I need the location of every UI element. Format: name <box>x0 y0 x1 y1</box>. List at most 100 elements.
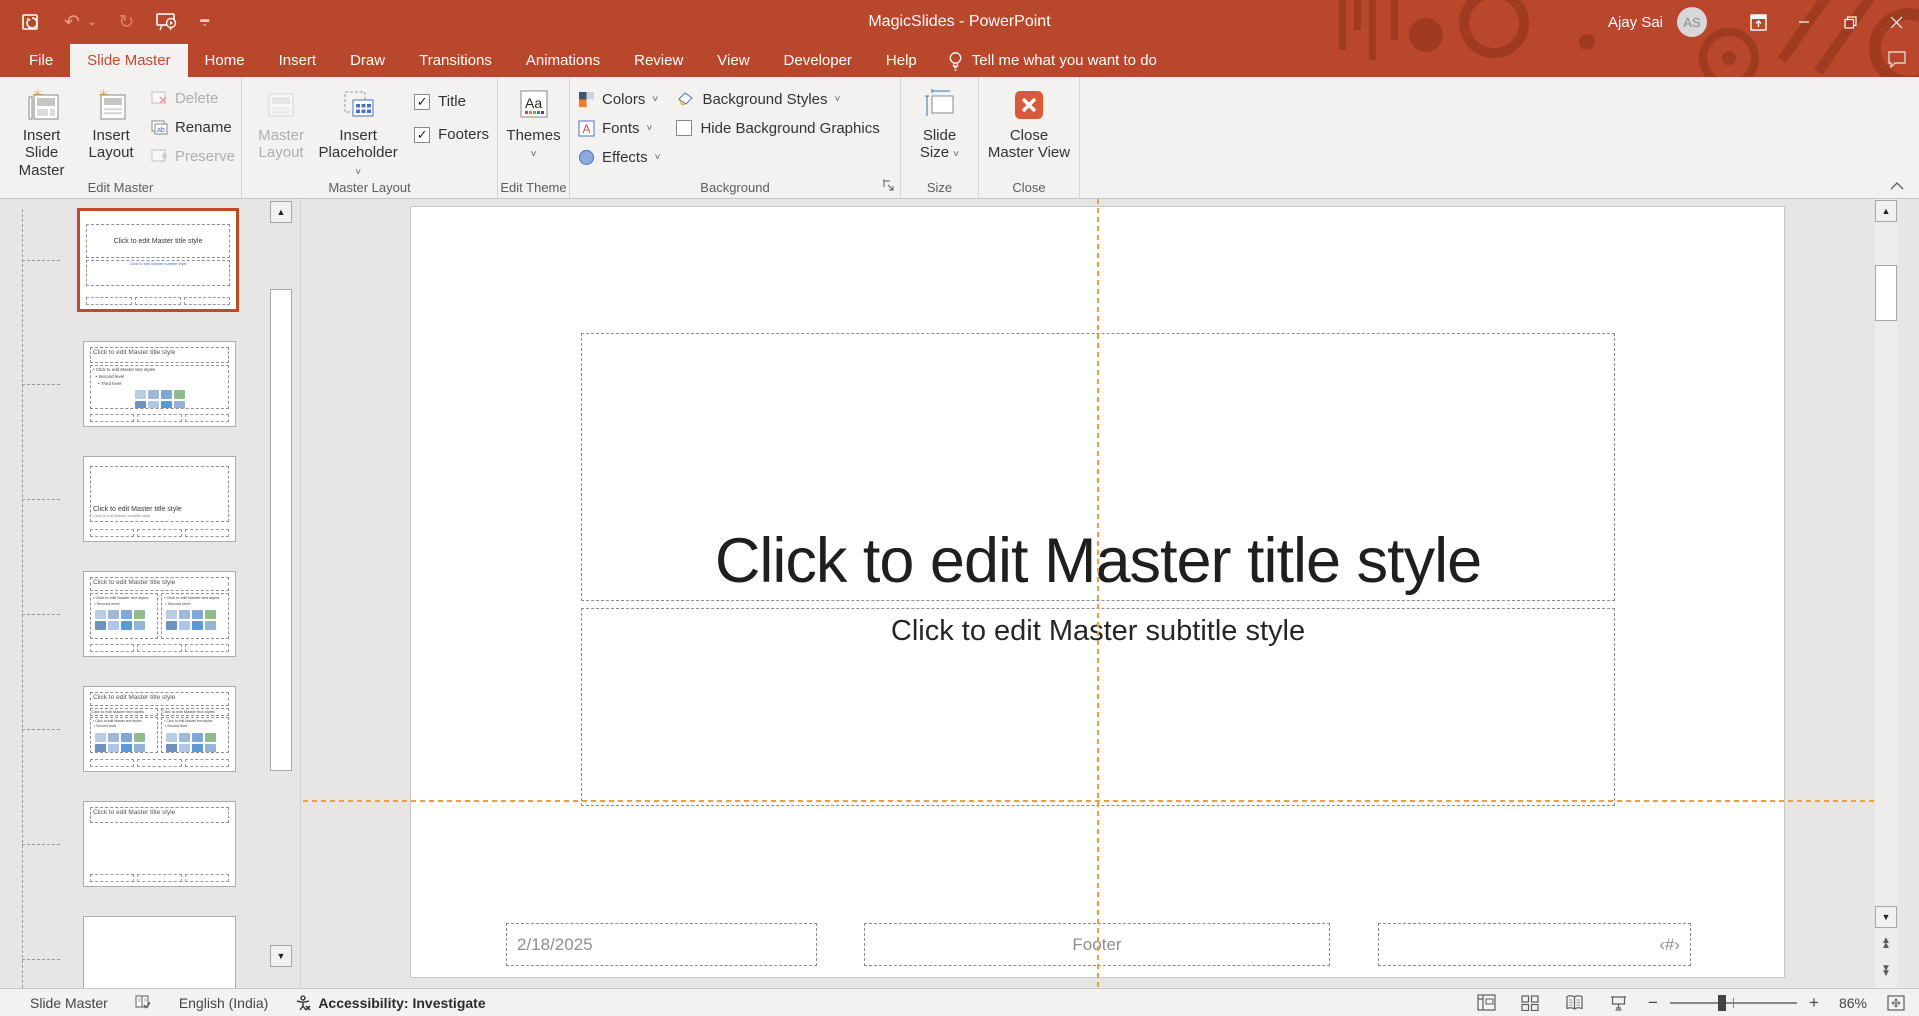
spell-check-icon[interactable] <box>134 994 153 1011</box>
thumb-footer-placeholders <box>90 414 229 422</box>
start-from-beginning-icon[interactable] <box>156 13 178 31</box>
zoom-out-icon[interactable]: − <box>1640 993 1666 1013</box>
master-layout-button[interactable]: Master Layout <box>250 83 312 165</box>
main-scrollbar[interactable]: ▲ ▼ ▲ ▲ ▼ ▼ <box>1875 199 1897 988</box>
scroll-up-icon[interactable]: ▲ <box>270 201 292 223</box>
slide-number-placeholder[interactable]: ‹#› <box>1378 923 1691 966</box>
tab-slide-master[interactable]: Slide Master <box>70 44 188 77</box>
layout-thumbnail-section[interactable]: Click to edit Master title style Click to… <box>83 456 236 542</box>
chevron-down-icon: ˅ <box>652 93 659 105</box>
scroll-down-icon[interactable]: ▼ <box>1875 906 1897 928</box>
slideshow-view-icon[interactable] <box>1596 990 1640 1016</box>
restore-button[interactable] <box>1827 0 1873 44</box>
work-area: Click to edit Master title style Click t… <box>0 199 1919 1002</box>
horizontal-guide[interactable] <box>303 800 1875 802</box>
thumb-footer-placeholders <box>90 644 229 652</box>
view-label[interactable]: Slide Master <box>30 995 108 1011</box>
insert-layout-button[interactable]: ✳ Insert Layout <box>77 83 145 165</box>
ribbon-tabs: File Slide Master Home Insert Draw Transition… <box>0 44 1171 77</box>
zoom-percentage[interactable]: 86% <box>1827 995 1879 1011</box>
collapse-ribbon-icon[interactable] <box>1885 178 1909 194</box>
zoom-in-icon[interactable]: + <box>1801 993 1827 1013</box>
ribbon: ✳ Insert Slide Master ✳ Insert Layout De… <box>0 77 1919 199</box>
chevron-down-icon: ˅ <box>953 149 960 161</box>
tab-transitions[interactable]: Transitions <box>402 44 509 77</box>
slide-sorter-view-icon[interactable] <box>1508 990 1552 1016</box>
comments-icon[interactable] <box>1887 50 1907 68</box>
undo-dropdown-icon[interactable]: ⌄ <box>88 17 96 28</box>
close-master-view-button[interactable]: Close Master View <box>981 83 1077 165</box>
themes-icon: Aa <box>518 86 550 124</box>
previous-slide-icon[interactable]: ▲ ▲ <box>1875 930 1897 956</box>
fonts-button[interactable]: A Fonts ˅ <box>578 117 660 139</box>
tab-view[interactable]: View <box>700 44 766 77</box>
hierarchy-connector <box>22 384 60 385</box>
delete-button[interactable]: Delete <box>151 87 235 110</box>
scrollbar-thumb[interactable] <box>270 289 292 771</box>
zoom-slider[interactable] <box>1670 994 1797 1011</box>
status-bar: Slide Master English (India) Accessibili… <box>0 988 1919 1016</box>
hide-background-graphics-checkbox[interactable]: Hide Background Graphics <box>676 117 880 139</box>
scrollbar-thumb[interactable] <box>1875 265 1897 321</box>
reading-view-icon[interactable] <box>1552 990 1596 1016</box>
redo-icon[interactable]: ↻ <box>118 13 134 32</box>
scroll-down-icon[interactable]: ▼ <box>270 945 292 967</box>
close-button[interactable] <box>1873 0 1919 44</box>
tab-file[interactable]: File <box>12 44 70 77</box>
slide-master-thumbnail[interactable]: Click to edit Master title style Click t… <box>77 208 239 312</box>
layout-thumbnail-two-content[interactable]: Click to edit Master title style • Click… <box>83 571 236 657</box>
themes-button[interactable]: Aa Themes ˅ <box>500 83 566 165</box>
insert-layout-icon: ✳ <box>94 86 128 124</box>
layout-thumbnail-title-only[interactable]: Click to edit Master title style <box>83 801 236 887</box>
normal-view-icon[interactable] <box>1464 990 1508 1016</box>
footers-checkbox[interactable]: ✓ Footers <box>414 126 489 143</box>
insert-placeholder-button[interactable]: Insert Placeholder ˅ <box>312 83 404 182</box>
date-placeholder[interactable]: 2/18/2025 <box>506 923 817 966</box>
close-master-view-icon <box>1014 86 1044 124</box>
slide-size-button[interactable]: Slide Size ˅ <box>901 83 978 165</box>
insert-slide-master-button[interactable]: ✳ Insert Slide Master <box>6 83 77 182</box>
user-name[interactable]: Ajay Sai <box>1608 14 1663 31</box>
save-icon[interactable] <box>22 12 42 32</box>
hierarchy-connector <box>22 614 60 615</box>
tab-draw[interactable]: Draw <box>333 44 402 77</box>
tab-developer[interactable]: Developer <box>767 44 869 77</box>
checkbox-checked-icon: ✓ <box>414 93 431 110</box>
tab-review[interactable]: Review <box>617 44 700 77</box>
background-styles-icon <box>676 91 695 108</box>
undo-icon[interactable]: ↶ <box>64 13 80 32</box>
minimize-button[interactable] <box>1781 0 1827 44</box>
ribbon-display-options-icon[interactable] <box>1735 0 1781 44</box>
zoom-slider-thumb[interactable] <box>1718 994 1726 1011</box>
background-styles-button[interactable]: Background Styles ˅ <box>676 88 879 110</box>
tab-help[interactable]: Help <box>869 44 934 77</box>
insert-slide-master-icon: ✳ <box>24 86 60 124</box>
customize-qat-icon[interactable]: ▬ ⌄ <box>200 14 209 28</box>
colors-button[interactable]: Colors ˅ <box>578 88 660 110</box>
group-label-edit-master: Edit Master <box>87 180 154 195</box>
scroll-up-icon[interactable]: ▲ <box>1875 200 1897 222</box>
accessibility-status[interactable]: Accessibility: Investigate <box>294 994 486 1012</box>
thumbnail-scrollbar[interactable]: ▲ ▼ <box>270 199 292 988</box>
lightbulb-icon <box>949 51 962 71</box>
avatar[interactable]: AS <box>1677 7 1707 37</box>
tab-insert[interactable]: Insert <box>262 44 334 77</box>
fit-slide-to-window-icon[interactable] <box>1879 990 1913 1016</box>
layout-thumbnail-title-content[interactable]: Click to edit Master title style • Click… <box>83 341 236 427</box>
vertical-guide[interactable] <box>1097 199 1099 988</box>
rename-button[interactable]: ab Rename <box>151 116 235 139</box>
tab-home[interactable]: Home <box>188 44 262 77</box>
title-checkbox[interactable]: ✓ Title <box>414 93 489 110</box>
effects-button[interactable]: Effects ˅ <box>578 146 660 168</box>
next-slide-icon[interactable]: ▼ ▼ <box>1875 958 1897 984</box>
title-bar: ↶ ⌄ ↻ ▬ ⌄ MagicSlides - PowerPoint Ajay S… <box>0 0 1919 44</box>
layout-thumbnail-comparison[interactable]: Click to edit Master title style Click t… <box>83 686 236 772</box>
group-label-size: Size <box>926 180 953 195</box>
preserve-button[interactable]: Preserve <box>151 145 235 168</box>
language-label[interactable]: English (India) <box>179 995 269 1011</box>
master-layout-icon <box>264 86 298 124</box>
chevron-down-icon: ˅ <box>834 93 841 105</box>
insert-placeholder-icon <box>341 86 375 124</box>
tell-me-box[interactable]: Tell me what you want to do <box>934 44 1171 77</box>
tab-animations[interactable]: Animations <box>509 44 617 77</box>
